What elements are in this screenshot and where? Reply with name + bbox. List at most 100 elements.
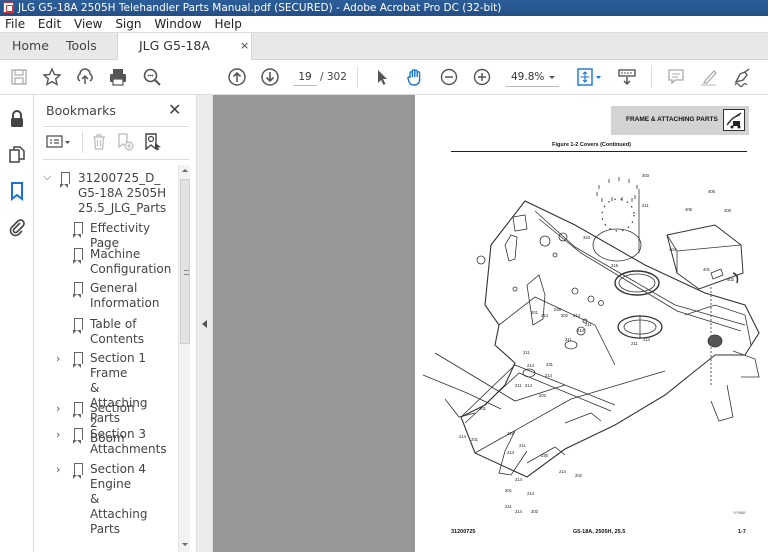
svg-text:214: 214 <box>515 477 523 482</box>
svg-text:214: 214 <box>573 313 581 318</box>
menu-view[interactable]: View <box>69 16 102 33</box>
svg-text:229: 229 <box>507 431 515 436</box>
svg-text:214: 214 <box>515 509 523 514</box>
svg-text:211: 211 <box>505 504 512 509</box>
zoom-out-icon[interactable] <box>438 66 460 88</box>
delete-bookmark-icon[interactable] <box>90 133 108 155</box>
new-bookmark-icon[interactable] <box>116 133 136 155</box>
menu-file[interactable]: File <box>0 16 25 33</box>
close-tab-icon[interactable]: × <box>240 33 249 59</box>
section-header: FRAME & ATTACHING PARTS <box>611 106 749 135</box>
left-navigation-rail <box>0 95 34 552</box>
svg-text:303: 303 <box>642 173 650 178</box>
svg-text:202: 202 <box>531 509 539 514</box>
bookmark-icon <box>73 318 83 334</box>
page-number-input[interactable]: 19 <box>293 69 317 86</box>
footer-model: G5-18A, 2505H, 25.5 <box>573 529 626 535</box>
attachment-icon[interactable] <box>7 217 27 237</box>
chevron-right-icon[interactable]: › <box>56 351 60 366</box>
cloud-upload-icon[interactable] <box>74 66 96 88</box>
zoom-in-icon[interactable] <box>471 66 493 88</box>
star-icon[interactable] <box>41 66 63 88</box>
svg-text:214: 214 <box>577 328 585 333</box>
bookmark-icon <box>73 428 83 444</box>
next-page-button[interactable] <box>259 66 281 88</box>
svg-text:214: 214 <box>559 469 567 474</box>
divider <box>43 126 189 127</box>
fit-page-icon[interactable] <box>576 66 604 88</box>
svg-text:400: 400 <box>724 208 732 213</box>
svg-text:202: 202 <box>539 393 547 398</box>
svg-text:201: 201 <box>531 310 539 315</box>
toolbar-divider <box>82 131 83 153</box>
bookmarks-panel: Bookmarks ✕ ⌵ 31200725_D_ G5-18A 2505H 2… <box>34 95 197 552</box>
callout-labels: 303 311 323 315 406 406 400 404 401 402 … <box>459 173 735 514</box>
save-icon[interactable] <box>8 66 30 88</box>
bookmarks-icon[interactable] <box>7 181 27 202</box>
close-panel-icon[interactable]: ✕ <box>168 100 181 119</box>
main-toolbar: 19 / 302 49.8% <box>0 60 768 95</box>
lock-icon[interactable] <box>7 109 27 129</box>
menu-help[interactable]: Help <box>209 16 241 33</box>
svg-text:214: 214 <box>643 337 651 342</box>
section-header-text: FRAME & ATTACHING PARTS <box>626 116 718 123</box>
svg-text:214: 214 <box>545 373 553 378</box>
options-menu-icon[interactable] <box>46 133 74 155</box>
menu-sign[interactable]: Sign <box>110 16 141 33</box>
select-pointer-icon[interactable] <box>371 66 393 88</box>
svg-text:404: 404 <box>669 247 677 252</box>
svg-text:211: 211 <box>565 337 572 342</box>
svg-text:202: 202 <box>561 313 569 318</box>
collapse-panel-icon[interactable] <box>202 320 207 328</box>
telehandler-icon <box>723 109 745 131</box>
svg-text:211: 211 <box>515 383 522 388</box>
pages-icon[interactable] <box>7 145 27 165</box>
chevron-right-icon[interactable]: › <box>56 462 60 477</box>
footer-page-number: 1-7 <box>738 529 746 535</box>
divider <box>43 159 189 160</box>
tab-document[interactable]: JLG G5-18A 2505... × <box>117 33 252 79</box>
svg-text:202: 202 <box>575 473 583 478</box>
scroll-mode-icon[interactable] <box>616 66 638 88</box>
svg-text:231: 231 <box>546 362 554 367</box>
bookmarks-scrollbar[interactable] <box>178 165 190 552</box>
chevron-right-icon[interactable]: › <box>56 427 60 442</box>
svg-text:214: 214 <box>527 363 535 368</box>
washer-ring-311 <box>601 198 635 232</box>
scroll-down-arrow[interactable] <box>182 543 188 546</box>
toolbar-divider <box>651 66 652 88</box>
zoom-search-icon[interactable] <box>141 66 163 88</box>
find-bookmark-icon[interactable] <box>143 133 163 155</box>
svg-text:201: 201 <box>471 437 479 442</box>
tab-home[interactable]: Home <box>12 33 49 60</box>
bookmark-icon <box>73 248 83 264</box>
menu-window[interactable]: Window <box>149 16 201 33</box>
menu-edit[interactable]: Edit <box>33 16 61 33</box>
comment-icon[interactable] <box>665 66 687 88</box>
page-total: / 302 <box>320 71 347 83</box>
bookmark-icon <box>73 402 83 418</box>
bookmark-icon <box>73 352 83 368</box>
svg-text:406: 406 <box>685 207 693 212</box>
previous-page-button[interactable] <box>226 66 248 88</box>
highlighter-icon[interactable] <box>698 66 720 88</box>
print-icon[interactable] <box>107 66 129 88</box>
svg-text:211: 211 <box>519 443 526 448</box>
scrollbar-thumb[interactable] <box>180 179 190 344</box>
zoom-level-dropdown[interactable]: 49.8% <box>506 69 559 87</box>
figure-caption: Figure 1-2 Covers (Continued) <box>552 142 631 148</box>
tab-tools[interactable]: Tools <box>66 33 97 60</box>
bookmark-icon <box>73 222 83 238</box>
chevron-right-icon[interactable]: › <box>56 401 60 416</box>
svg-text:401: 401 <box>703 267 711 272</box>
sign-icon[interactable] <box>731 66 753 88</box>
chevron-down-icon[interactable]: ⌵ <box>43 169 51 184</box>
document-viewer[interactable]: FRAME & ATTACHING PARTS Figure 1-2 Cover… <box>213 95 768 552</box>
svg-text:226: 226 <box>554 307 562 312</box>
scroll-up-arrow[interactable] <box>182 169 188 172</box>
svg-text:311: 311 <box>642 203 649 208</box>
footer-document-number: 31200725 <box>451 529 476 535</box>
panel-splitter[interactable] <box>197 95 213 552</box>
grip-icon <box>184 270 189 275</box>
hand-tool-icon[interactable] <box>404 66 426 88</box>
